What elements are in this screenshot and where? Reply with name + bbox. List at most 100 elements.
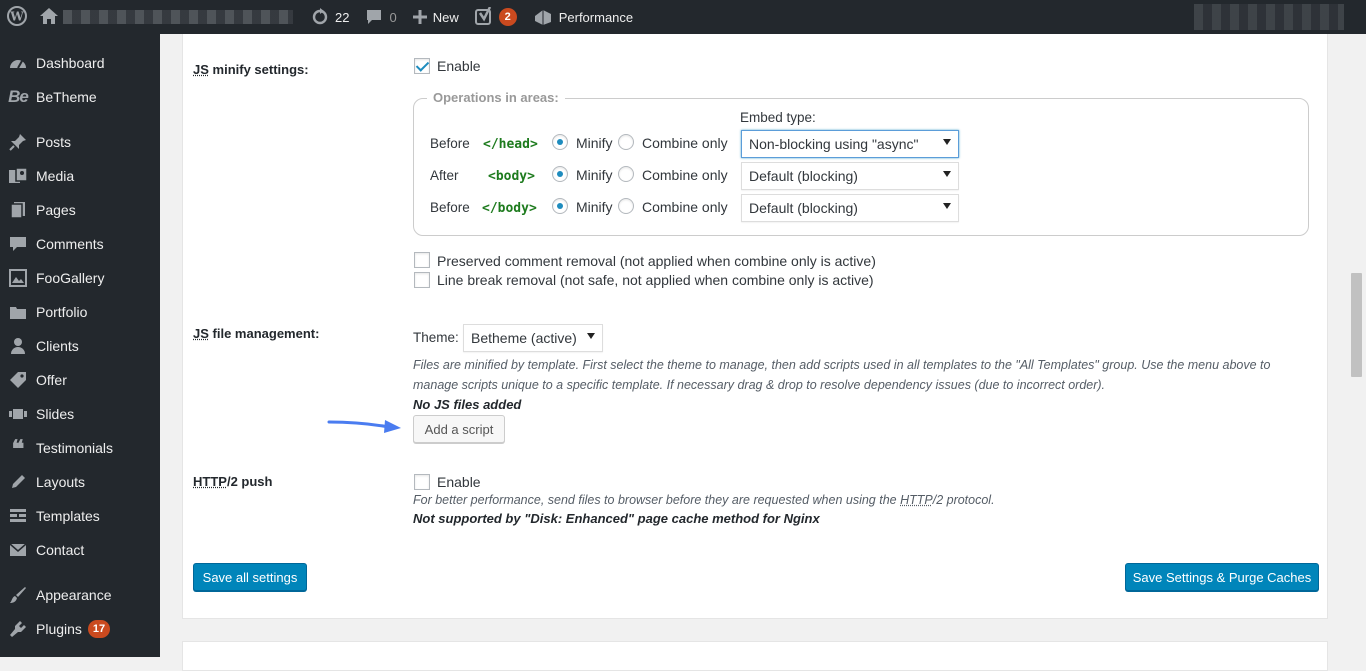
sidebar-item-label: Templates	[36, 508, 100, 524]
js-abbr: JS	[193, 326, 209, 341]
sidebar-item-label: BeTheme	[36, 89, 97, 105]
operation-position-label: Before	[430, 136, 470, 151]
sidebar-item-contact[interactable]: Contact	[0, 533, 160, 567]
sidebar-item-clients[interactable]: Clients	[0, 329, 160, 363]
before-head-minify-radio[interactable]	[552, 134, 568, 150]
body-open-tag: <body>	[488, 169, 535, 184]
after-body-embed-select[interactable]: Default (blocking)	[741, 162, 959, 190]
sidebar-item-label: Contact	[36, 542, 85, 558]
comment-bubble-icon	[365, 9, 383, 25]
sidebar-item-label: Pages	[36, 202, 76, 218]
operations-legend: Operations in areas:	[427, 90, 565, 105]
sidebar-item-slides[interactable]: Slides	[0, 397, 160, 431]
sidebar-item-label: Testimonials	[36, 440, 114, 456]
updates-count: 22	[335, 9, 350, 25]
sidebar-item-testimonials[interactable]: ❝ Testimonials	[0, 431, 160, 465]
no-js-files-text: No JS files added	[413, 397, 522, 412]
plus-icon	[412, 10, 427, 24]
minify-label: Minify	[576, 199, 613, 215]
sidebar-item-label: Comments	[36, 236, 104, 252]
site-name-button[interactable]	[35, 0, 301, 34]
appearance-icon	[8, 585, 28, 605]
pin-icon	[8, 132, 28, 152]
portfolio-icon	[8, 302, 28, 322]
http2-push-label: HTTP/2 push	[193, 474, 272, 489]
sidebar-item-label: Clients	[36, 338, 79, 354]
sidebar-item-media[interactable]: Media	[0, 159, 160, 193]
betheme-logo: Be	[8, 87, 29, 106]
body-close-tag: </body>	[482, 201, 537, 216]
templates-icon	[8, 506, 28, 526]
theme-select-value: Betheme (active)	[471, 330, 577, 346]
js-abbr: JS	[193, 62, 209, 77]
before-body-combine-radio[interactable]	[618, 198, 634, 214]
js-file-label-text: file management:	[208, 326, 320, 341]
combine-only-label: Combine only	[642, 167, 728, 183]
sidebar-item-pages[interactable]: Pages	[0, 193, 160, 227]
save-and-purge-caches-button[interactable]: Save Settings & Purge Caches	[1125, 563, 1319, 591]
gallery-icon	[8, 268, 28, 288]
theme-label: Theme:	[413, 330, 459, 345]
wordpress-logo-button[interactable]: W	[0, 0, 35, 34]
yoast-seo-button[interactable]: 2	[467, 0, 525, 34]
before-body-minify-radio[interactable]	[552, 198, 568, 214]
js-file-description-line: manage scripts unique to a specific temp…	[413, 378, 1106, 392]
before-head-combine-radio[interactable]	[618, 134, 634, 150]
line-break-removal-label: Line break removal (not safe, not applie…	[437, 272, 874, 288]
after-body-minify-radio[interactable]	[552, 166, 568, 182]
comments-button[interactable]: 0	[357, 0, 404, 34]
sidebar-item-label: FooGallery	[36, 270, 105, 286]
chevron-down-icon	[943, 203, 951, 209]
admin-sidebar: Dashboard Be BeTheme Posts Media Pages C…	[0, 34, 160, 657]
plugins-update-badge: 17	[87, 620, 111, 638]
embed-select-value: Default (blocking)	[749, 168, 858, 184]
scrollbar-thumb[interactable]	[1351, 273, 1362, 377]
sidebar-item-dashboard[interactable]: Dashboard	[0, 46, 160, 80]
js-minify-enable-checkbox[interactable]	[414, 58, 430, 74]
yoast-badge: 2	[498, 8, 517, 26]
after-body-combine-radio[interactable]	[618, 166, 634, 182]
sidebar-item-betheme[interactable]: Be BeTheme	[0, 80, 160, 114]
chevron-down-icon	[943, 171, 951, 177]
chevron-down-icon	[587, 333, 595, 339]
yoast-icon	[474, 7, 493, 27]
before-body-embed-select[interactable]: Default (blocking)	[741, 194, 959, 222]
new-content-button[interactable]: New	[405, 0, 467, 34]
sidebar-item-comments[interactable]: Comments	[0, 227, 160, 261]
operation-position-label: Before	[430, 200, 470, 215]
js-minify-enable-label: Enable	[437, 58, 481, 74]
sidebar-item-appearance[interactable]: Appearance	[0, 578, 160, 612]
sidebar-item-foogallery[interactable]: FooGallery	[0, 261, 160, 295]
operation-position-label: After	[430, 168, 459, 183]
account-redacted[interactable]	[1194, 4, 1344, 30]
sidebar-item-label: Media	[36, 168, 75, 184]
updates-button[interactable]: 22	[303, 0, 357, 34]
sidebar-item-offer[interactable]: Offer	[0, 363, 160, 397]
save-all-settings-button[interactable]: Save all settings	[193, 563, 307, 591]
sidebar-item-portfolio[interactable]: Portfolio	[0, 295, 160, 329]
updates-icon	[311, 8, 329, 26]
performance-label: Performance	[558, 9, 634, 25]
http2-enable-checkbox[interactable]	[414, 474, 430, 490]
theme-select[interactable]: Betheme (active)	[463, 324, 603, 352]
sidebar-item-layouts[interactable]: Layouts	[0, 465, 160, 499]
performance-button[interactable]: Performance	[525, 0, 641, 34]
sidebar-item-label: Appearance	[36, 587, 112, 603]
sidebar-item-plugins[interactable]: Plugins 17	[0, 612, 160, 646]
add-script-button[interactable]: Add a script	[413, 415, 505, 443]
preserved-comment-removal-label: Preserved comment removal (not applied w…	[437, 253, 876, 269]
http-abbr: HTTP	[193, 474, 227, 489]
preserved-comment-removal-checkbox[interactable]	[414, 252, 430, 268]
dashboard-icon	[8, 53, 28, 73]
sidebar-item-templates[interactable]: Templates	[0, 499, 160, 533]
before-head-embed-select[interactable]: Non-blocking using "async"	[741, 130, 959, 158]
js-file-description-line: Files are minified by template. First se…	[413, 358, 1271, 372]
sidebar-item-label: Portfolio	[36, 304, 88, 320]
http-abbr: HTTP	[900, 493, 933, 507]
sidebar-item-posts[interactable]: Posts	[0, 125, 160, 159]
edit-icon	[8, 472, 28, 492]
http2-label-text: /2 push	[226, 474, 273, 489]
sidebar-item-label: Offer	[36, 372, 67, 388]
line-break-removal-checkbox[interactable]	[414, 272, 430, 288]
minify-label: Minify	[576, 167, 613, 183]
